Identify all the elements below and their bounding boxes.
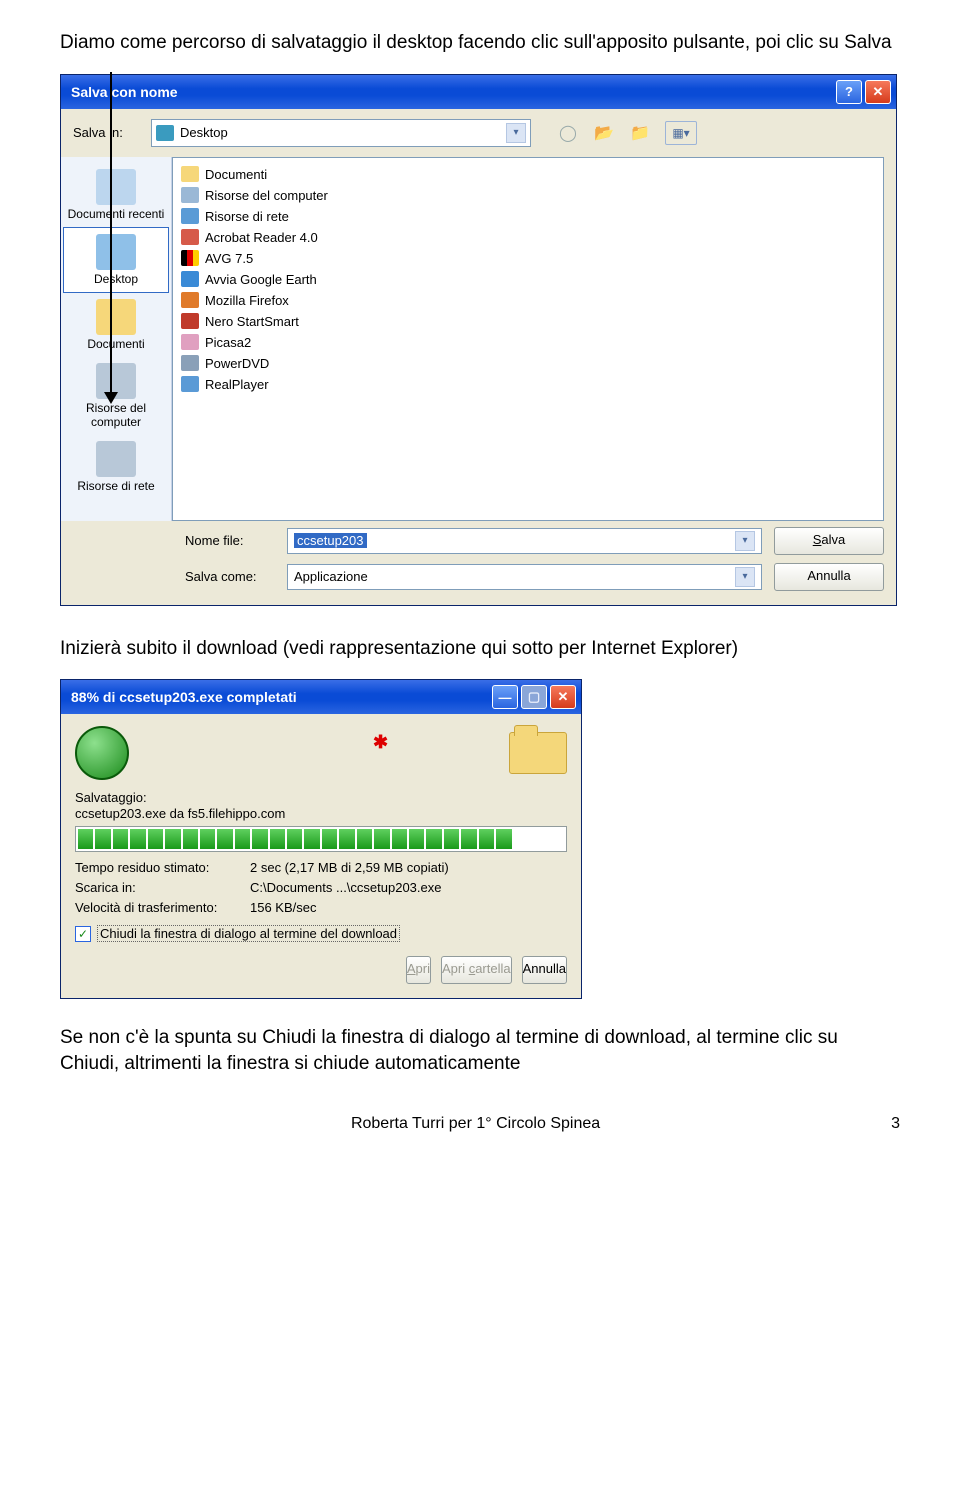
savein-combo[interactable]: Desktop ▾ [151, 119, 531, 147]
arrow-head-icon [104, 392, 118, 404]
desktop-icon [156, 125, 174, 141]
place-desktop[interactable]: Desktop [63, 227, 169, 293]
filename-label: Nome file: [185, 533, 275, 548]
page-number: 3 [891, 1115, 900, 1133]
help-button[interactable]: ? [836, 80, 862, 104]
titlebar[interactable]: 88% di ccsetup203.exe completati — ▢ ✕ [61, 680, 581, 714]
folder-icon [509, 732, 567, 774]
checkbox-label: Chiudi la finestra di dialogo al termine… [97, 925, 400, 942]
download-progress-dialog: 88% di ccsetup203.exe completati — ▢ ✕ ✱… [60, 679, 582, 999]
transfer-star-icon: ✱ [373, 732, 388, 753]
save-button[interactable]: Salva [774, 527, 884, 555]
list-item[interactable]: Avvia Google Earth [181, 269, 875, 290]
close-button[interactable]: ✕ [865, 80, 891, 104]
cancel-button[interactable]: Annulla [522, 956, 567, 984]
file-list[interactable]: Documenti Risorse del computer Risorse d… [172, 157, 884, 521]
titlebar[interactable]: Salva con nome ? ✕ [61, 75, 896, 109]
chevron-down-icon[interactable]: ▾ [506, 123, 526, 143]
open-button: Apri [406, 956, 431, 984]
back-icon[interactable]: ◯ [557, 122, 579, 144]
dest-label: Scarica in: [75, 880, 250, 895]
place-network[interactable]: Risorse di rete [64, 435, 168, 499]
cancel-button[interactable]: Annulla [774, 563, 884, 591]
dest-value: C:\Documents ...\ccsetup203.exe [250, 880, 567, 895]
up-folder-icon[interactable]: 📂 [593, 122, 615, 144]
outro-text: Se non c'è la spunta su Chiudi la finest… [60, 1025, 900, 1076]
speed-value: 156 KB/sec [250, 900, 567, 915]
list-item[interactable]: Documenti [181, 164, 875, 185]
savetype-value: Applicazione [294, 569, 368, 584]
view-menu-icon[interactable]: ▦▾ [665, 121, 697, 145]
list-item[interactable]: AVG 7.5 [181, 248, 875, 269]
place-recent[interactable]: Documenti recenti [64, 163, 168, 227]
footer-left: Roberta Turri per 1° Circolo Spinea [351, 1115, 600, 1133]
list-item[interactable]: Picasa2 [181, 332, 875, 353]
new-folder-icon[interactable]: 📁 [629, 122, 651, 144]
places-bar: Documenti recenti Desktop Documenti Riso… [61, 157, 172, 521]
chevron-down-icon[interactable]: ▾ [735, 531, 755, 551]
filename-input[interactable]: ccsetup203 ▾ [287, 528, 762, 554]
list-item[interactable]: Risorse di rete [181, 206, 875, 227]
time-value: 2 sec (2,17 MB di 2,59 MB copiati) [250, 860, 567, 875]
mid-text: Inizierà subito il download (vedi rappre… [60, 636, 900, 662]
dialog-title: 88% di ccsetup203.exe completati [71, 689, 489, 705]
saving-label: Salvataggio: [75, 790, 567, 805]
open-folder-button: Apri cartella [441, 956, 512, 984]
checkbox-icon[interactable]: ✓ [75, 926, 91, 942]
list-item[interactable]: Nero StartSmart [181, 311, 875, 332]
list-item[interactable]: Acrobat Reader 4.0 [181, 227, 875, 248]
chevron-down-icon[interactable]: ▾ [735, 567, 755, 587]
list-item[interactable]: Mozilla Firefox [181, 290, 875, 311]
arrow-line [110, 72, 112, 397]
dialog-title: Salva con nome [71, 84, 833, 100]
savetype-combo[interactable]: Applicazione ▾ [287, 564, 762, 590]
progress-bar [75, 826, 567, 852]
savein-label: Salva in: [73, 125, 143, 140]
list-item[interactable]: Risorse del computer [181, 185, 875, 206]
savein-value: Desktop [180, 125, 228, 140]
saving-value: ccsetup203.exe da fs5.filehippo.com [75, 806, 567, 821]
place-documents[interactable]: Documenti [64, 293, 168, 357]
list-item[interactable]: PowerDVD [181, 353, 875, 374]
minimize-button[interactable]: — [492, 685, 518, 709]
close-button[interactable]: ✕ [550, 685, 576, 709]
filename-value: ccsetup203 [294, 533, 367, 548]
speed-label: Velocità di trasferimento: [75, 900, 250, 915]
globe-icon [75, 726, 129, 780]
time-label: Tempo residuo stimato: [75, 860, 250, 875]
list-item[interactable]: RealPlayer [181, 374, 875, 395]
intro-text: Diamo come percorso di salvataggio il de… [60, 30, 900, 56]
close-on-finish-checkbox[interactable]: ✓ Chiudi la finestra di dialogo al termi… [75, 925, 567, 942]
savein-toolbar: Salva in: Desktop ▾ ◯ 📂 📁 ▦▾ [61, 109, 896, 157]
save-as-dialog: Salva con nome ? ✕ Salva in: Desktop ▾ ◯… [60, 74, 897, 606]
savetype-label: Salva come: [185, 569, 275, 584]
maximize-button: ▢ [521, 685, 547, 709]
